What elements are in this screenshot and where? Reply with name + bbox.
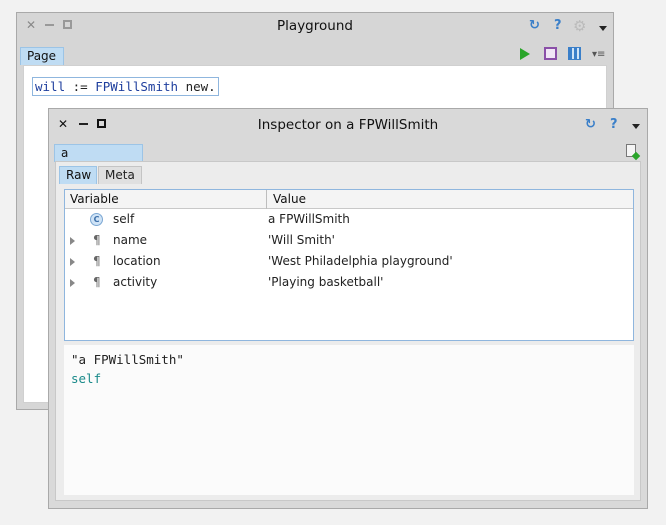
table-header: Variable Value (65, 190, 633, 209)
tab-object[interactable]: a FPWillSmith (54, 144, 143, 175)
refresh-icon[interactable]: ↻ (585, 117, 596, 133)
variable-value: a FPWillSmith (268, 212, 350, 226)
help-icon[interactable]: ? (554, 18, 562, 34)
inspector-titlebar[interactable]: ✕ Inspector on a FPWillSmith ↻ ? (49, 109, 647, 139)
expand-triangle-icon[interactable] (70, 279, 75, 287)
inspector-body: Raw Meta Variable Value C self a FPWillS… (55, 161, 641, 501)
export-icon[interactable] (544, 47, 557, 60)
instance-variable-icon: ¶ (93, 233, 101, 247)
instance-variable-icon: ¶ (93, 275, 101, 289)
code-message: new. (185, 79, 216, 94)
play-icon[interactable] (520, 48, 530, 60)
code-class-name: FPWillSmith (95, 79, 179, 94)
inspector-window: ✕ Inspector on a FPWillSmith ↻ ? a FPWil… (48, 108, 648, 509)
chevron-down-icon[interactable] (632, 124, 640, 129)
column-divider[interactable] (266, 190, 267, 209)
expand-triangle-icon[interactable] (70, 258, 75, 266)
table-row[interactable]: C self a FPWillSmith (65, 209, 633, 230)
variables-table[interactable]: Variable Value C self a FPWillSmith ¶ na… (64, 189, 634, 341)
window-title: Playground (277, 18, 353, 34)
variable-name: name (113, 233, 148, 247)
class-icon: C (90, 213, 103, 226)
table-row[interactable]: ¶ activity 'Playing basketball' (65, 272, 633, 293)
menu-icon[interactable]: ▾≡ (592, 49, 605, 60)
edit-pencil-icon (631, 151, 641, 161)
variable-name: activity (113, 275, 158, 289)
code-line[interactable]: will := FPWillSmith new. (32, 77, 219, 96)
inspector-title: Inspector on a FPWillSmith (257, 117, 439, 133)
variable-name: self (113, 212, 135, 226)
tab-meta[interactable]: Meta (98, 166, 142, 184)
evaluation-pane[interactable]: "a FPWillSmith" self (64, 345, 634, 495)
instance-variable-icon: ¶ (93, 254, 101, 268)
refresh-icon[interactable]: ↻ (529, 18, 540, 34)
evaluation-self: self (71, 371, 102, 386)
variable-name: location (113, 254, 161, 268)
column-header-variable[interactable]: Variable (70, 192, 119, 206)
column-header-value[interactable]: Value (273, 192, 306, 206)
variable-value: 'West Philadelphia playground' (268, 254, 453, 268)
bindings-icon[interactable] (568, 47, 581, 60)
help-icon[interactable]: ? (610, 117, 618, 133)
evaluation-comment: "a FPWillSmith" (71, 352, 184, 367)
tab-raw[interactable]: Raw (59, 166, 97, 184)
table-row[interactable]: ¶ name 'Will Smith' (65, 230, 633, 251)
gear-icon[interactable]: ⚙ (573, 18, 586, 34)
table-row[interactable]: ¶ location 'West Philadelphia playground… (65, 251, 633, 272)
tab-page[interactable]: Page (20, 47, 64, 65)
code-assign: := (72, 79, 88, 94)
chevron-down-icon[interactable] (599, 26, 607, 31)
expand-triangle-icon[interactable] (70, 237, 75, 245)
code-identifier: will (35, 79, 66, 94)
variable-value: 'Will Smith' (268, 233, 335, 247)
variable-value: 'Playing basketball' (268, 275, 384, 289)
playground-titlebar[interactable]: ✕ Playground ↻ ? ⚙ (17, 13, 613, 39)
